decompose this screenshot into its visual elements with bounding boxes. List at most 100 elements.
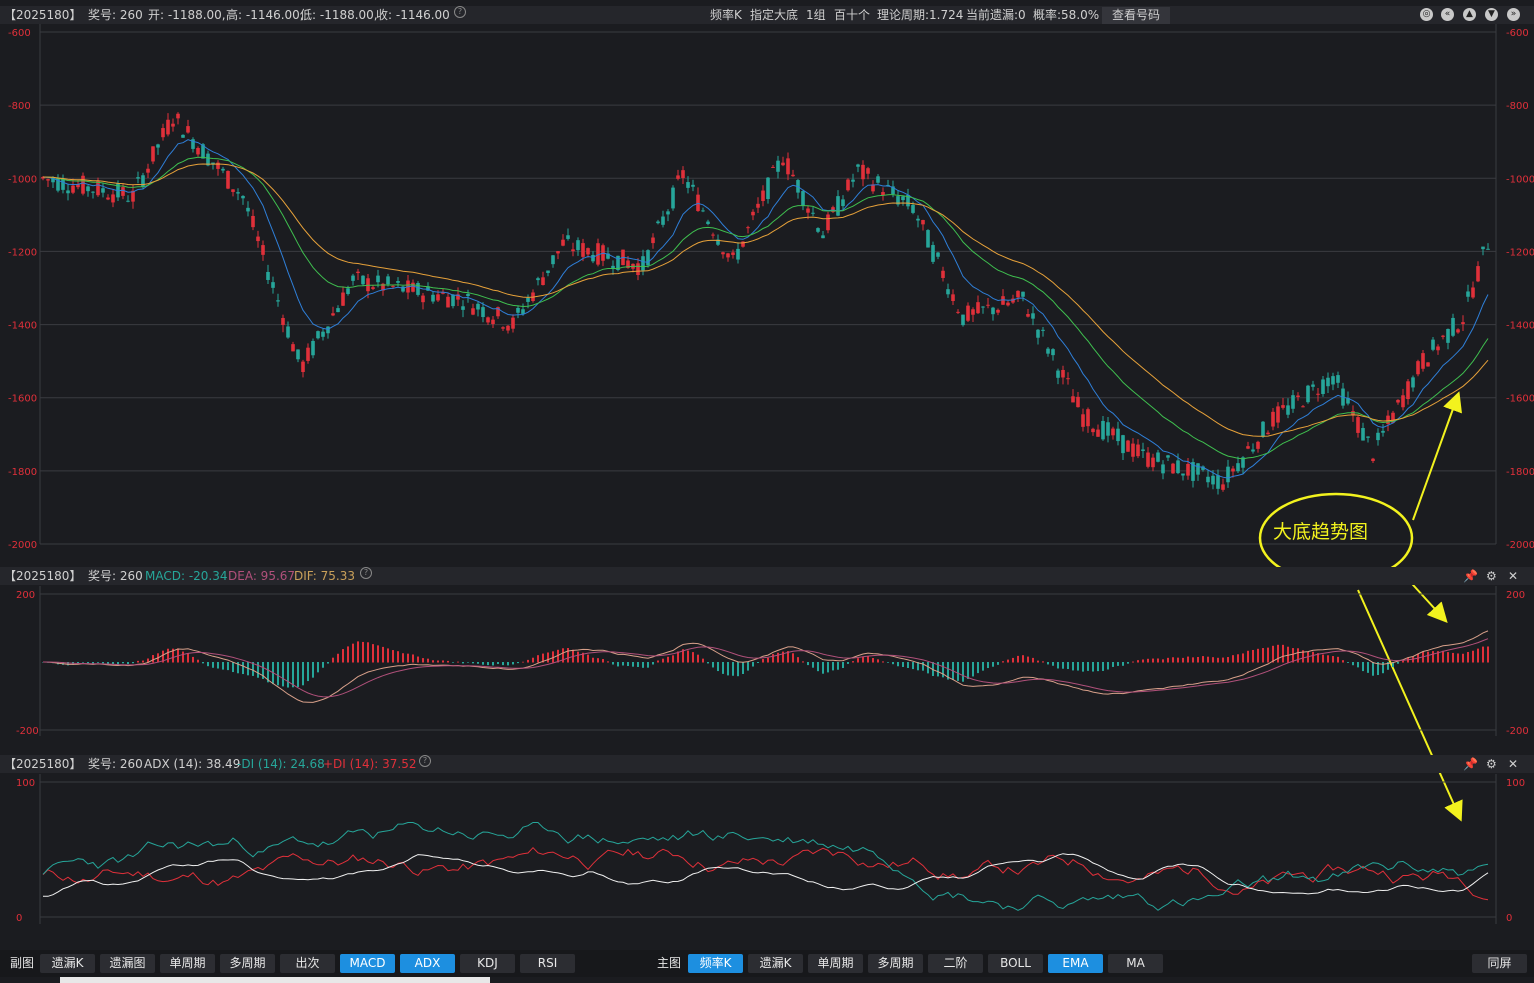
macd-histogram-bar xyxy=(657,660,659,663)
macd-histogram-bar xyxy=(1212,657,1214,663)
candle-body xyxy=(1271,411,1275,427)
btn-rsi[interactable]: RSI xyxy=(520,954,575,973)
btn-adx[interactable]: ADX xyxy=(400,954,455,973)
btn-omission-chart[interactable]: 遗漏图 xyxy=(100,954,155,973)
y-tick-right: -2000 xyxy=(1506,540,1534,551)
btn-kdj[interactable]: KDJ xyxy=(460,954,515,973)
settings-icon[interactable]: ⚙ xyxy=(1486,567,1497,585)
candle-body xyxy=(1246,446,1250,449)
macd-histogram-bar xyxy=(767,657,769,663)
candle-body xyxy=(106,197,110,200)
macd-histogram-bar xyxy=(692,652,694,663)
compass-icon[interactable]: ◎ xyxy=(1420,8,1433,21)
btn-macd[interactable]: MACD xyxy=(340,954,395,973)
macd-histogram-bar xyxy=(332,657,334,663)
macd-histogram-bar xyxy=(792,653,794,663)
candle-body xyxy=(181,134,185,138)
pin-icon[interactable]: 📌 xyxy=(1463,567,1478,585)
btn-ema[interactable]: EMA xyxy=(1048,954,1103,973)
macd-histogram-bar xyxy=(757,662,759,663)
macd-histogram-bar xyxy=(127,662,129,665)
candle-body xyxy=(1456,329,1460,333)
adx-settings-icon[interactable]: ⚙ xyxy=(1486,755,1497,773)
macd-histogram-bar xyxy=(1057,662,1059,669)
candlestick-chart[interactable]: -600 -600 -800 -800 -1000 -1000 -1200 -1200 -140… xyxy=(0,24,1534,564)
candle-body xyxy=(551,255,555,265)
candle-body xyxy=(726,253,730,258)
main-chart-label: 主图 xyxy=(657,956,682,970)
btn-omission-k[interactable]: 遗漏K xyxy=(40,954,95,973)
macd-histogram-bar xyxy=(647,662,649,668)
btn-ma[interactable]: MA xyxy=(1108,954,1163,973)
arrow-up-icon[interactable]: ▲ xyxy=(1463,8,1476,21)
macd-histogram-bar xyxy=(772,654,774,663)
macd-histogram-bar xyxy=(1357,662,1359,668)
btn-occurrences[interactable]: 出次 xyxy=(280,954,335,973)
candle-body xyxy=(976,302,980,314)
candle-body xyxy=(126,200,130,202)
adx-close-icon[interactable]: ✕ xyxy=(1508,755,1518,773)
macd-histogram-bar xyxy=(547,652,549,663)
macd-histogram-bar xyxy=(337,653,339,663)
candle-body xyxy=(1431,339,1435,350)
candle-body xyxy=(326,326,330,334)
candle-body xyxy=(1106,422,1110,436)
candle-body xyxy=(1221,484,1225,490)
macd-histogram-bar xyxy=(922,662,924,671)
forward-icon[interactable]: » xyxy=(1507,8,1520,21)
macd-header: 【2025180】 奖号: 260 MACD: -20.34 DEA: 95.6… xyxy=(0,567,1534,585)
btn-same-screen[interactable]: 同屏 xyxy=(1472,954,1527,973)
candle-body xyxy=(801,191,805,206)
candle-body xyxy=(991,307,995,315)
candle-body xyxy=(1261,421,1265,437)
adx-y-tick-left: 100 xyxy=(16,778,35,789)
rewind-icon[interactable]: « xyxy=(1441,8,1454,21)
macd-y-tick-right: -200 xyxy=(1506,726,1529,736)
candle-body xyxy=(911,204,915,213)
macd-histogram-bar xyxy=(747,662,749,671)
horizontal-scrollbar[interactable] xyxy=(60,977,490,983)
macd-histogram-bar xyxy=(492,662,494,666)
macd-chart[interactable]: 200 200 -200 -200 xyxy=(0,586,1534,736)
macd-histogram-bar xyxy=(367,642,369,663)
btn-frequency-k[interactable]: 频率K xyxy=(688,954,743,973)
header-center-3: 百十个 xyxy=(834,8,871,22)
y-tick-left: -1000 xyxy=(8,174,37,185)
btn-single-cycle[interactable]: 单周期 xyxy=(160,954,215,973)
candle-body xyxy=(696,194,700,211)
macd-histogram-bar xyxy=(352,643,354,663)
candle-body xyxy=(141,175,145,187)
candle-body xyxy=(836,196,840,216)
adx-help-icon[interactable]: ? xyxy=(419,755,431,767)
macd-histogram-bar xyxy=(837,662,839,670)
help-icon[interactable]: ? xyxy=(454,6,466,18)
macd-histogram-bar xyxy=(1262,648,1264,663)
view-numbers-button[interactable]: 查看号码 xyxy=(1102,7,1171,24)
macd-help-icon[interactable]: ? xyxy=(360,567,372,579)
candle-body xyxy=(541,277,545,286)
adx-line xyxy=(43,853,1489,897)
btn-multi-cycle[interactable]: 多周期 xyxy=(220,954,275,973)
candle-body xyxy=(1236,463,1240,472)
candle-body xyxy=(61,178,65,190)
macd-histogram-bar xyxy=(1197,656,1199,663)
btn-second-order[interactable]: 二阶 xyxy=(928,954,983,973)
candle-body xyxy=(431,294,435,302)
btn-boll[interactable]: BOLL xyxy=(988,954,1043,973)
y-tick-left: -800 xyxy=(8,101,31,112)
adx-chart[interactable]: 100 100 0 0 xyxy=(0,774,1534,924)
btn-main-single-cycle[interactable]: 单周期 xyxy=(808,954,863,973)
candle-body xyxy=(1321,379,1325,394)
btn-main-multi-cycle[interactable]: 多周期 xyxy=(868,954,923,973)
candle-body xyxy=(546,270,550,273)
macd-histogram-bar xyxy=(737,662,739,677)
adx-value: ADX (14): 38.49 xyxy=(144,757,241,771)
candle-body xyxy=(1081,414,1085,427)
candle-body xyxy=(396,281,400,283)
close-icon[interactable]: ✕ xyxy=(1508,567,1518,585)
btn-main-omission-k[interactable]: 遗漏K xyxy=(748,954,803,973)
arrow-down-icon[interactable]: ▼ xyxy=(1485,8,1498,21)
adx-pin-icon[interactable]: 📌 xyxy=(1463,755,1478,773)
macd-histogram-bar xyxy=(1477,648,1479,663)
candle-body xyxy=(1041,329,1045,331)
